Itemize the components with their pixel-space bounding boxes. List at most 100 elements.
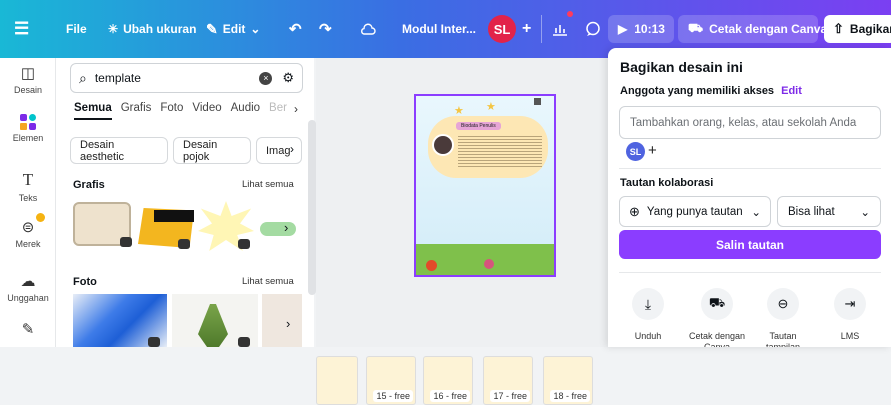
permission-value: Bisa lihat	[788, 205, 835, 218]
page-thumbnail[interactable]: 18 - free	[543, 356, 593, 405]
share-panel: Bagikan desain ini Anggota yang memiliki…	[608, 48, 891, 347]
sparkle-icon: ✳	[108, 22, 119, 36]
foto-next-icon[interactable]: ›	[286, 316, 290, 331]
crown-badge-icon	[120, 237, 132, 247]
edit-access-link[interactable]: Edit	[781, 85, 802, 97]
sidebar-item-label: Unggahan	[7, 293, 49, 303]
share-label: Bagikan	[849, 22, 891, 36]
layout-icon: ◫	[20, 65, 36, 82]
truck-icon[interactable]: ⛟	[701, 288, 733, 320]
permission-dropdown[interactable]: Bisa lihat ⌄	[777, 196, 881, 227]
undo-icon[interactable]: ↶	[289, 0, 302, 58]
page-thumbnail[interactable]	[316, 356, 358, 405]
tab-semua[interactable]: Semua	[74, 102, 112, 120]
thumb-label: 17 - free	[490, 390, 530, 402]
add-member-icon[interactable]: +	[648, 142, 657, 159]
insights-icon[interactable]	[552, 0, 568, 58]
present-button[interactable]: ▶ 10:13	[608, 15, 674, 43]
avatar-initials: SL	[488, 15, 516, 43]
grass-decoration	[416, 231, 554, 275]
thumb-label: 16 - free	[430, 390, 470, 402]
notification-dot	[567, 11, 573, 17]
design-title[interactable]: Modul Inter...	[402, 0, 476, 58]
access-label: Anggota yang memiliki akses	[620, 85, 775, 97]
thumb-label: 18 - free	[550, 390, 590, 402]
print-with-canva-button[interactable]: ⛟ Cetak dengan Canva	[678, 15, 827, 43]
resize-button[interactable]: ✳ Ubah ukuran	[108, 0, 196, 58]
chips-scroll-icon[interactable]: ›	[290, 142, 294, 156]
tabs-scroll-icon[interactable]: ›	[294, 102, 298, 116]
sidebar-item-desain[interactable]: ◫ Desain	[0, 64, 56, 95]
timer-label: 10:13	[634, 22, 665, 36]
redo-icon[interactable]: ↷	[319, 0, 332, 58]
page-thumbnail[interactable]: 15 - free	[366, 356, 416, 405]
flower-decoration	[426, 260, 437, 271]
page-thumbnail[interactable]: 17 - free	[483, 356, 533, 405]
share-button[interactable]: ⇧ Bagikan	[824, 15, 891, 43]
crown-badge-icon	[148, 337, 160, 347]
sidebar-item-draw[interactable]: ✎	[0, 320, 56, 341]
sidebar-item-merek[interactable]: ⊜ Merek	[0, 218, 56, 249]
tab-audio[interactable]: Audio	[231, 102, 260, 120]
link-access-dropdown[interactable]: ⊕ Yang punya tautan ⌄	[619, 196, 771, 227]
crown-badge-icon	[238, 337, 250, 347]
search-input[interactable]: ⌕ template × ⚙	[70, 63, 303, 93]
chevron-down-icon: ⌄	[751, 206, 761, 219]
grafis-next-icon[interactable]: ›	[284, 220, 288, 235]
see-all-grafis[interactable]: Lihat semua	[242, 179, 294, 190]
brand-crown-badge	[36, 213, 45, 222]
link-icon[interactable]: ⊖	[767, 288, 799, 320]
tab-foto[interactable]: Foto	[160, 102, 183, 120]
elements-panel: ⌕ template × ⚙ Semua Grafis Foto Video A…	[56, 58, 314, 347]
sidebar-item-elemen[interactable]: Elemen	[0, 114, 56, 143]
search-icon: ⌕	[79, 69, 87, 86]
copy-link-button[interactable]: Salin tautan	[619, 230, 881, 259]
page-thumbnail[interactable]: 16 - free	[423, 356, 473, 405]
add-collaborator-icon[interactable]: +	[522, 20, 531, 38]
play-icon: ▶	[618, 22, 628, 36]
add-people-input[interactable]: Tambahkan orang, kelas, atau sekolah And…	[619, 106, 881, 139]
link-access-value: Yang punya tautan	[646, 205, 743, 218]
sidebar-item-label: Teks	[18, 193, 38, 203]
avatar[interactable]: SL +	[488, 0, 531, 58]
photo-thumbnail[interactable]	[262, 294, 302, 347]
member-avatar[interactable]: SL	[626, 142, 645, 161]
section-title-foto: Foto	[73, 276, 97, 288]
file-menu[interactable]: File	[66, 0, 87, 58]
share-panel-title: Bagikan desain ini	[620, 59, 743, 75]
tab-video[interactable]: Video	[192, 102, 221, 120]
divider	[541, 15, 542, 43]
chip-desain-aesthetic[interactable]: Desain aesthetic	[70, 137, 168, 164]
sidebar-item-teks[interactable]: T Teks	[0, 170, 56, 203]
section-title-grafis: Grafis	[73, 179, 105, 191]
tab-more[interactable]: Ber	[269, 102, 287, 120]
star-decoration: ★	[486, 101, 496, 113]
page-icon	[534, 98, 541, 105]
edit-menu[interactable]: ✎ Edit ⌄	[206, 0, 260, 58]
download-label: Unduh	[634, 331, 662, 341]
view-link-label: Tautan tampilan	[765, 331, 801, 347]
clear-search-icon[interactable]: ×	[259, 71, 273, 85]
sidebar-item-unggahan[interactable]: ☁ Unggahan	[0, 272, 56, 303]
see-all-foto[interactable]: Lihat semua	[242, 276, 294, 287]
menu-icon[interactable]: ☰	[14, 0, 29, 58]
chip-desain-pojok[interactable]: Desain pojok	[173, 137, 251, 164]
sidebar: ◫ Desain Elemen T Teks ⊜ Merek ☁ Unggahan ✎	[0, 58, 56, 347]
crown-badge-icon	[238, 239, 250, 249]
graphic-green-pill[interactable]	[260, 222, 296, 236]
share-icon: ⇧	[833, 21, 844, 36]
design-page[interactable]: ★ ★ Biodata Penulis	[414, 94, 556, 277]
download-icon[interactable]: ⤓	[632, 288, 664, 320]
chip-image[interactable]: Imag	[256, 137, 302, 164]
text-icon: T	[22, 170, 34, 189]
pencil-icon: ✎	[206, 20, 218, 37]
comment-icon[interactable]	[585, 0, 601, 58]
lms-icon[interactable]: ⇥	[834, 288, 866, 320]
tab-grafis[interactable]: Grafis	[121, 102, 152, 120]
edit-label: Edit	[222, 22, 246, 36]
panel-scrollbar[interactable]	[308, 120, 316, 295]
truck-icon: ⛟	[688, 21, 704, 35]
globe-icon: ⊕	[629, 203, 640, 219]
cloud-save-icon[interactable]	[360, 0, 376, 58]
filter-icon[interactable]: ⚙	[282, 70, 294, 86]
